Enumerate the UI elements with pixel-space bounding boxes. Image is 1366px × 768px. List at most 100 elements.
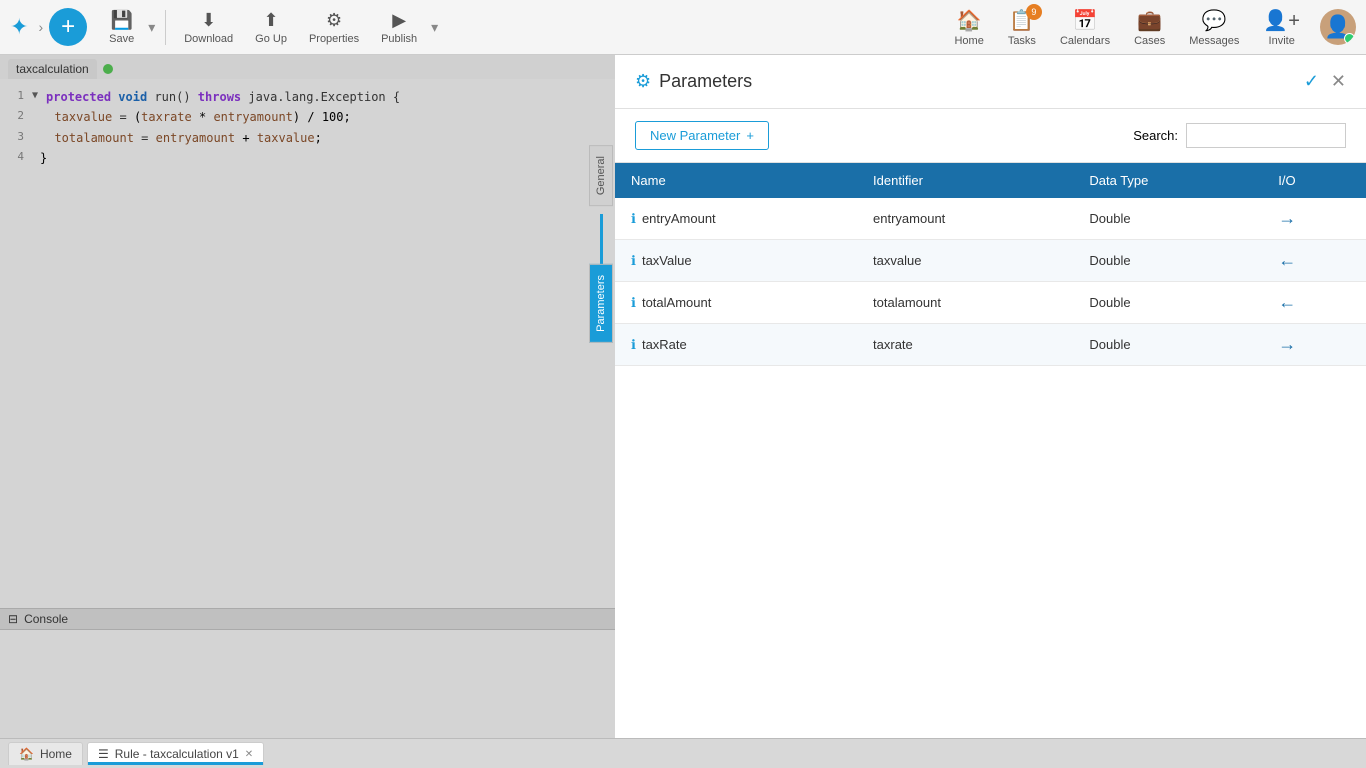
breadcrumb-arrow: › bbox=[38, 19, 43, 35]
info-icon-0[interactable]: ℹ bbox=[631, 211, 636, 226]
cell-datatype-1: Double bbox=[1073, 240, 1262, 282]
rule-tab-icon: ☰ bbox=[98, 747, 109, 761]
calendars-label: Calendars bbox=[1060, 35, 1110, 47]
download-label: Download bbox=[184, 33, 233, 45]
search-input[interactable] bbox=[1186, 123, 1346, 148]
save-button[interactable]: 💾 Save bbox=[101, 6, 142, 49]
bottom-tab-bar: 🏠 Home ☰ Rule - taxcalculation v1 ✕ bbox=[0, 738, 1366, 768]
cell-name-3: ℹtaxRate bbox=[615, 324, 857, 366]
console-collapse-icon[interactable]: ⊟ bbox=[8, 612, 18, 626]
properties-button[interactable]: ⚙ Properties bbox=[301, 6, 367, 49]
goup-button[interactable]: ⬆ Go Up bbox=[247, 6, 295, 49]
console-label: Console bbox=[24, 612, 68, 626]
publish-label: Publish bbox=[381, 33, 417, 45]
params-title-text: Parameters bbox=[659, 71, 752, 92]
col-identifier: Identifier bbox=[857, 163, 1073, 198]
params-table: Name Identifier Data Type I/O ℹentryAmou… bbox=[615, 163, 1366, 366]
cell-io-0: → bbox=[1262, 198, 1366, 240]
close-panel-button[interactable]: ✕ bbox=[1331, 71, 1346, 92]
publish-dropdown-arrow[interactable]: ▾ bbox=[431, 19, 438, 36]
invite-icon: 👤+ bbox=[1263, 8, 1300, 33]
cell-io-2: ← bbox=[1262, 282, 1366, 324]
messages-icon: 💬 bbox=[1202, 8, 1227, 33]
messages-nav-item[interactable]: 💬 Messages bbox=[1177, 4, 1251, 51]
col-io: I/O bbox=[1262, 163, 1366, 198]
calendars-icon: 📅 bbox=[1073, 8, 1098, 33]
calendars-nav-item[interactable]: 📅 Calendars bbox=[1048, 4, 1122, 51]
bottom-tab-rule[interactable]: ☰ Rule - taxcalculation v1 ✕ bbox=[87, 742, 264, 765]
tab-parameters-indicator bbox=[600, 214, 603, 264]
cases-nav-item[interactable]: 💼 Cases bbox=[1122, 4, 1177, 51]
cell-datatype-2: Double bbox=[1073, 282, 1262, 324]
cases-icon: 💼 bbox=[1137, 8, 1162, 33]
properties-icon: ⚙ bbox=[326, 10, 342, 31]
table-row[interactable]: ℹtotalAmount totalamount Double ← bbox=[615, 282, 1366, 324]
new-param-label: New Parameter bbox=[650, 128, 740, 143]
editor-tab-label[interactable]: taxcalculation bbox=[8, 59, 97, 79]
info-icon-1[interactable]: ℹ bbox=[631, 253, 636, 268]
logo-icon: ✦ bbox=[10, 14, 28, 40]
save-icon: 💾 bbox=[110, 10, 132, 31]
toolbar: ✦ › + 💾 Save ▾ ⬇ Download ⬆ Go Up ⚙ Prop… bbox=[0, 0, 1366, 55]
io-arrow-0: → bbox=[1278, 208, 1296, 228]
cases-label: Cases bbox=[1134, 35, 1165, 47]
cell-name-2: ℹtotalAmount bbox=[615, 282, 857, 324]
header-actions: ✓ ✕ bbox=[1304, 71, 1346, 92]
avatar-image: 👤 bbox=[1324, 14, 1351, 40]
cell-identifier-0: entryamount bbox=[857, 198, 1073, 240]
bottom-tab-home[interactable]: 🏠 Home bbox=[8, 742, 83, 765]
params-title-row: ⚙ Parameters bbox=[635, 71, 752, 92]
invite-label: Invite bbox=[1269, 35, 1295, 47]
code-line-2: 2 taxvalue = (taxrate * entryamount) / 1… bbox=[4, 107, 611, 127]
table-row[interactable]: ℹtaxRate taxrate Double → bbox=[615, 324, 1366, 366]
params-table-container: Name Identifier Data Type I/O ℹentryAmou… bbox=[615, 163, 1366, 738]
gear-icon: ⚙ bbox=[635, 71, 651, 92]
cell-datatype-3: Double bbox=[1073, 324, 1262, 366]
table-row[interactable]: ℹtaxValue taxvalue Double ← bbox=[615, 240, 1366, 282]
io-arrow-1: ← bbox=[1278, 250, 1296, 270]
cell-io-1: ← bbox=[1262, 240, 1366, 282]
console-header: ⊟ Console bbox=[0, 609, 615, 630]
home-label: Home bbox=[954, 35, 983, 47]
publish-icon: ▶ bbox=[392, 10, 406, 31]
editor-tab-bar: taxcalculation bbox=[0, 55, 615, 79]
tasks-label: Tasks bbox=[1008, 35, 1036, 47]
close-tab-button[interactable]: ✕ bbox=[245, 749, 253, 760]
search-row: Search: bbox=[1133, 123, 1346, 148]
main-content: taxcalculation 1 ▼ protected void run() … bbox=[0, 55, 1366, 738]
add-button[interactable]: + bbox=[49, 8, 87, 46]
invite-nav-item[interactable]: 👤+ Invite bbox=[1251, 4, 1312, 51]
save-dropdown-arrow[interactable]: ▾ bbox=[148, 19, 155, 36]
code-line-3: 3 totalamount = entryamount + taxvalue; bbox=[4, 128, 611, 148]
code-editor[interactable]: 1 ▼ protected void run() throws java.lan… bbox=[0, 79, 615, 608]
new-parameter-button[interactable]: New Parameter + bbox=[635, 121, 769, 150]
table-header-row: Name Identifier Data Type I/O bbox=[615, 163, 1366, 198]
confirm-button[interactable]: ✓ bbox=[1304, 71, 1319, 92]
tab-parameters[interactable]: Parameters bbox=[589, 264, 613, 343]
save-label: Save bbox=[109, 33, 134, 45]
io-arrow-3: → bbox=[1278, 334, 1296, 354]
table-row[interactable]: ℹentryAmount entryamount Double → bbox=[615, 198, 1366, 240]
goup-icon: ⬆ bbox=[263, 10, 278, 31]
toolbar-left: ✦ › + 💾 Save ▾ ⬇ Download ⬆ Go Up ⚙ Prop… bbox=[10, 6, 438, 49]
separator-1 bbox=[165, 10, 166, 45]
goup-label: Go Up bbox=[255, 33, 287, 45]
console-area: ⊟ Console bbox=[0, 608, 615, 738]
publish-button[interactable]: ▶ Publish bbox=[373, 6, 425, 49]
search-label: Search: bbox=[1133, 128, 1178, 143]
tasks-badge: 9 bbox=[1026, 4, 1042, 20]
home-nav-item[interactable]: 🏠 Home bbox=[942, 4, 995, 51]
tasks-nav-item[interactable]: 9 📋 Tasks bbox=[996, 4, 1048, 51]
avatar[interactable]: 👤 bbox=[1320, 9, 1356, 45]
cell-identifier-3: taxrate bbox=[857, 324, 1073, 366]
download-button[interactable]: ⬇ Download bbox=[176, 6, 241, 49]
home-tab-icon: 🏠 bbox=[19, 747, 34, 761]
home-icon: 🏠 bbox=[957, 8, 982, 33]
cell-name-1: ℹtaxValue bbox=[615, 240, 857, 282]
active-tab-indicator bbox=[88, 762, 263, 765]
info-icon-3[interactable]: ℹ bbox=[631, 337, 636, 352]
cell-identifier-2: totalamount bbox=[857, 282, 1073, 324]
cell-name-0: ℹentryAmount bbox=[615, 198, 857, 240]
tab-general[interactable]: General bbox=[589, 145, 613, 206]
info-icon-2[interactable]: ℹ bbox=[631, 295, 636, 310]
